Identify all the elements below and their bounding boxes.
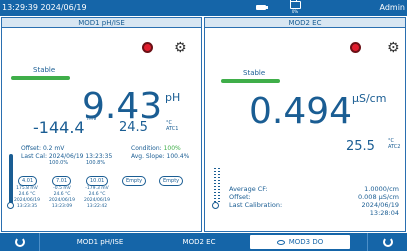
buffer-details-1: 175.8 mV 24.6 °C 2024/06/19 13:23:35 (12, 186, 42, 210)
module1-panel: MOD1 pH/ISE ⚙ Stable 9.43 pH -144.4 mV 2… (1, 17, 202, 232)
panel-title: MOD2 EC (205, 18, 405, 28)
avg-slope-text: Avg. Slope: 100.4% (131, 153, 190, 160)
refresh-left-button[interactable] (0, 233, 40, 251)
stability-bar (11, 76, 70, 80)
thermometer-bulb (212, 202, 219, 209)
buffer-time: 13:22:42 (86, 204, 108, 209)
module2-panel: MOD2 EC ⚙ Stable 0.494 µS/cm 25.5 °C ATC… (204, 17, 406, 232)
temperature-unit: °C ATC2 (388, 138, 400, 150)
refresh-right-button[interactable] (367, 233, 407, 251)
buffer-chip-empty-1[interactable]: Empty (122, 176, 147, 186)
condition-label: Condition: (131, 145, 162, 152)
record-icon[interactable] (142, 42, 153, 53)
avg-cf-value: 1.0000/cm (364, 185, 399, 193)
user-label[interactable]: Admin (380, 3, 406, 12)
thermometer-icon (218, 168, 220, 203)
gear-icon[interactable]: ⚙ (387, 41, 400, 55)
temp-source: ATC2 (388, 144, 401, 150)
buffer-time: 13:23:09 (51, 204, 73, 209)
buffer-details-3: -179.3 mV 24.6 °C 2024/06/19 13:22:42 (82, 186, 112, 210)
buffer-chip-2[interactable]: 7.01 (52, 176, 72, 186)
buffer-time: 13:23:35 (16, 204, 38, 209)
eye-icon (276, 239, 285, 245)
datetime: 13:29:39 2024/06/19 (2, 3, 87, 12)
refresh-icon (382, 237, 393, 247)
bottom-nav: MOD1 pH/ISE MOD2 EC MOD3 DO (0, 233, 407, 251)
stability-label: Stable (33, 66, 56, 74)
buffer-chip-1[interactable]: 4.01 (18, 176, 38, 186)
status-bar: 13:29:39 2024/06/19 0% Admin (0, 0, 407, 16)
last-cal-time: 13:28:04 (369, 209, 399, 217)
thermometer-icon (214, 168, 216, 203)
tab-mod3-label: MOD3 DO (288, 238, 324, 246)
last-cal-label: Last Calibration: (229, 201, 283, 209)
avg-cf-label: Average CF: (229, 185, 268, 193)
storage-percent: 0% (291, 9, 299, 14)
gear-icon[interactable]: ⚙ (174, 41, 187, 55)
tab-mod1[interactable]: MOD1 pH/ISE (40, 233, 160, 251)
storage-indicator[interactable]: 0% (286, 0, 304, 16)
ph-unit: pH (165, 91, 181, 104)
temperature-unit: °C ATC1 (166, 120, 178, 132)
tab-mod2[interactable]: MOD2 EC (160, 233, 238, 251)
folder-icon (289, 0, 301, 9)
buffer-details-2: -0.5 mV 24.6 °C 2024/06/19 13:23:09 (47, 186, 77, 210)
record-icon[interactable] (350, 42, 361, 53)
slope-1: 100.0% (49, 160, 69, 166)
mv-unit: mV (87, 115, 97, 122)
mv-reading: -144.4 (33, 118, 85, 137)
condition-value: 100% (163, 145, 181, 152)
slope-2: 100.8% (86, 160, 106, 166)
temperature-reading: 25.5 (346, 139, 375, 154)
panel-title: MOD1 pH/ISE (2, 18, 201, 28)
offset-label: Offset: (229, 193, 251, 201)
condition: Condition: 100% (131, 145, 181, 152)
temperature-reading: 24.5 (119, 120, 148, 135)
last-cal-date: 2024/06/19 (361, 201, 399, 209)
ec-unit: µS/cm (352, 92, 387, 105)
offset-text: Offset: 0.2 mV (21, 145, 65, 152)
temp-source: ATC1 (166, 126, 179, 132)
offset-value: 0.008 µS/cm (357, 193, 399, 201)
last-cal-text: Last Cal: 2024/06/19 13:23:35 (21, 153, 113, 160)
stability-label: Stable (243, 69, 266, 77)
refresh-icon (14, 237, 25, 247)
stability-bar (221, 79, 280, 83)
buffer-chip-empty-2[interactable]: Empty (159, 176, 184, 186)
tab-mod3[interactable]: MOD3 DO (250, 235, 350, 249)
battery-icon (256, 5, 268, 10)
ec-reading: 0.494 (249, 91, 353, 132)
buffer-chip-3[interactable]: 10.01 (86, 176, 109, 186)
